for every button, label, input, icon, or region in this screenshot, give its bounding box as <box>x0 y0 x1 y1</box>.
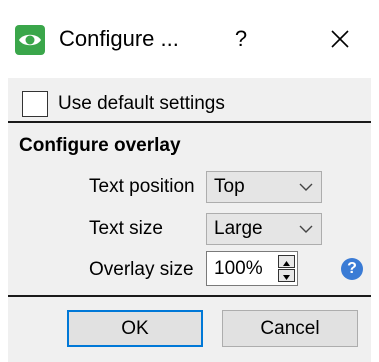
text-position-label: Text position <box>89 176 195 197</box>
text-size-label: Text size <box>89 218 163 239</box>
spin-up-button[interactable] <box>278 255 295 268</box>
overlay-size-spinbox[interactable]: 100% <box>206 251 298 286</box>
ok-button[interactable]: OK <box>67 310 203 347</box>
separator <box>8 295 371 297</box>
arrow-down-icon <box>283 275 290 280</box>
dialog-body: Use default settings Configure overlay T… <box>8 78 371 362</box>
cancel-button[interactable]: Cancel <box>222 310 358 347</box>
use-default-settings-label: Use default settings <box>58 93 225 114</box>
overlay-size-value: 100% <box>214 258 263 279</box>
help-button[interactable]: ? <box>226 22 256 56</box>
separator <box>8 121 371 123</box>
text-size-combo[interactable]: Large <box>206 213 322 245</box>
close-button[interactable] <box>323 22 357 56</box>
section-title: Configure overlay <box>19 135 181 156</box>
text-position-combo[interactable]: Top <box>206 171 322 203</box>
spin-down-button[interactable] <box>278 269 295 282</box>
eye-app-icon <box>15 25 45 55</box>
arrow-up-icon <box>283 261 290 266</box>
overlay-size-label: Overlay size <box>89 259 194 280</box>
use-default-settings-checkbox[interactable] <box>22 91 48 117</box>
text-size-value: Large <box>214 218 263 239</box>
title-bar: Configure ... ? <box>0 0 379 78</box>
spin-buttons <box>278 255 295 282</box>
text-position-value: Top <box>214 176 245 197</box>
chevron-down-icon <box>299 225 313 233</box>
help-info-icon[interactable]: ? <box>341 258 363 280</box>
close-icon <box>331 30 349 48</box>
chevron-down-icon <box>299 183 313 191</box>
window-title: Configure ... <box>59 26 179 51</box>
